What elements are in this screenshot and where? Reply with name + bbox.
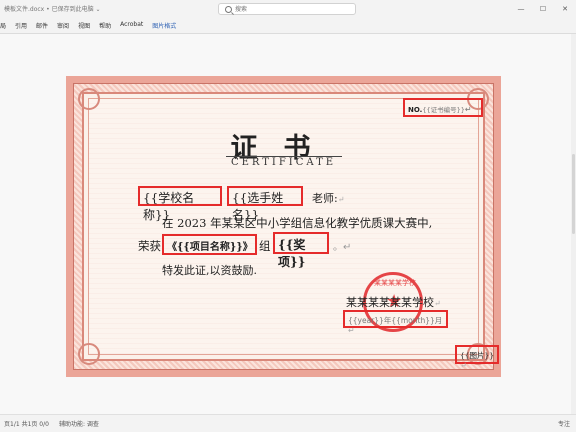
school-name-field[interactable]: {{学校名称}} [138, 186, 222, 222]
seal-text: 某某某某学校 [374, 279, 416, 287]
tab-references[interactable]: 引用 [15, 21, 27, 30]
window-controls: — ☐ ✕ [510, 0, 576, 18]
status-left: 页1/1 共1页 0/0 辅助功能: 调查 [4, 419, 99, 428]
tab-layout[interactable]: 局 [0, 21, 6, 30]
certificate-number-field[interactable]: NO.{{证书编号}}↵ [403, 98, 483, 117]
number-label: NO. [408, 106, 423, 114]
scrollbar-thumb[interactable] [572, 154, 575, 234]
player-name-field[interactable]: {{选手姓名}} [227, 186, 303, 222]
search-input[interactable] [235, 5, 345, 14]
tab-mailings[interactable]: 邮件 [36, 21, 48, 30]
corner-ornament [78, 343, 100, 365]
corner-ornament [78, 88, 100, 110]
ribbon-tabs: 局 引用 邮件 审阅 视图 帮助 Acrobat 图片格式 [0, 21, 185, 30]
maximize-icon[interactable]: ☐ [532, 0, 554, 18]
project-name-field[interactable]: 《{{项目名称}}》 [162, 234, 257, 255]
page-count[interactable]: 页1/1 共1页 0/0 [4, 421, 49, 428]
number-value: {{证书编号}} [422, 106, 465, 114]
search-icon [225, 6, 232, 13]
award-period: 。↵ [333, 242, 352, 253]
status-bar: 页1/1 共1页 0/0 辅助功能: 调查 专注 [0, 414, 576, 432]
title-bar: 模板文件.docx • 已保存到此电脑 ⌄ — ☐ ✕ [0, 0, 576, 18]
ribbon: 局 引用 邮件 审阅 视图 帮助 Acrobat 图片格式 [0, 18, 576, 34]
document-title[interactable]: 模板文件.docx • 已保存到此电脑 ⌄ [4, 4, 101, 13]
tab-review[interactable]: 审阅 [57, 21, 69, 30]
issue-date-field[interactable]: {{year}}年{{month}}月↵ [343, 310, 448, 335]
vertical-scrollbar[interactable] [571, 34, 576, 414]
accessibility-status[interactable]: 辅助功能: 调查 [59, 421, 99, 428]
search-box[interactable] [218, 3, 356, 15]
focus-button[interactable]: 专注 [558, 419, 570, 428]
certificate-image[interactable]: NO.{{证书编号}}↵ 证书 CERTIFICATE {{学校名称}} {{选… [66, 76, 501, 377]
teacher-label: 老师:↵ [312, 192, 345, 205]
picture-field[interactable]: {{图片}}↵ [455, 345, 499, 370]
encourage-text: 特发此证,以资鼓励. [162, 264, 257, 277]
tab-view[interactable]: 视图 [78, 21, 90, 30]
award-prefix: 荣获 [138, 239, 161, 253]
group-word: 组 [259, 239, 271, 253]
award-field[interactable]: {{奖项}} [273, 232, 329, 269]
tab-picture-format[interactable]: 图片格式 [152, 21, 176, 30]
close-icon[interactable]: ✕ [554, 0, 576, 18]
certificate-title-en: CERTIFICATE [230, 157, 337, 168]
tab-acrobat[interactable]: Acrobat [120, 21, 143, 30]
competition-line: 在 2023 年某某区中小学组信息化教学优质课大赛中, [162, 216, 433, 230]
issuer-name: 某某某某某某学校↵ [346, 296, 441, 309]
minimize-icon[interactable]: — [510, 0, 532, 18]
tab-help[interactable]: 帮助 [99, 21, 111, 30]
